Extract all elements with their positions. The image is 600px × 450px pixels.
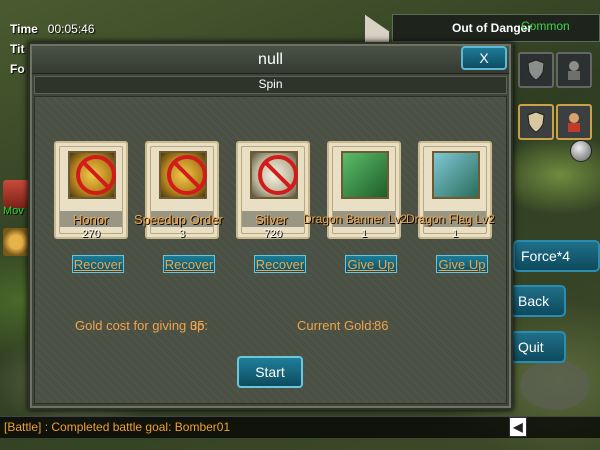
time-value: 00:05:46 xyxy=(47,22,95,36)
blocked-icon xyxy=(258,155,298,195)
honor-medal-icon xyxy=(68,151,116,199)
item-quantity: 270 xyxy=(81,228,101,240)
shield-slot-icon[interactable] xyxy=(518,52,554,88)
move-command-icon[interactable] xyxy=(3,180,29,208)
general-equip-icon[interactable] xyxy=(556,104,592,140)
give-up-button[interactable]: Give Up xyxy=(345,255,397,273)
general-portrait-icon[interactable] xyxy=(556,52,592,88)
start-button[interactable]: Start xyxy=(237,356,303,388)
quit-button[interactable]: Quit xyxy=(510,331,566,363)
item-name: Speedup Order xyxy=(134,212,223,227)
difficulty-badge: Common xyxy=(521,19,570,33)
orb-icon[interactable] xyxy=(570,140,592,162)
shield-equip-icon[interactable] xyxy=(518,104,554,140)
skip-to-end-icon[interactable]: ◀ xyxy=(509,417,527,437)
status-title: Out of Danger xyxy=(452,21,532,35)
item-quantity: 1 xyxy=(451,228,459,240)
item-quantity: 1 xyxy=(360,228,368,240)
current-gold-label: Current Gold: xyxy=(297,318,376,333)
gold-cost-label: Gold cost for giving up: xyxy=(75,318,208,333)
item-name: Honor xyxy=(73,212,109,227)
item-quantity: 3 xyxy=(178,228,186,240)
item-quantity: 720 xyxy=(263,228,283,240)
item-name: Silver xyxy=(255,212,288,227)
hud-row-title: Tit xyxy=(10,42,25,56)
hud-row-force: Fo xyxy=(10,62,25,76)
item-name: Dragon Banner Lv2 xyxy=(303,212,408,226)
time-label: Time xyxy=(10,22,38,36)
dragon-banner-icon xyxy=(341,151,389,199)
blocked-icon xyxy=(167,155,207,195)
blocked-icon xyxy=(76,155,116,195)
item-name: Dragon Flag Lv2 xyxy=(406,212,495,226)
give-up-button[interactable]: Give Up xyxy=(436,255,488,273)
dragon-flag-icon xyxy=(432,151,480,199)
silver-coin-icon xyxy=(250,151,298,199)
gold-cost-value: 35 xyxy=(190,318,205,333)
hud-time: Time 00:05:46 xyxy=(10,22,95,36)
recover-button[interactable]: Recover xyxy=(254,255,306,273)
map-rock xyxy=(520,360,590,410)
dialog-title: null xyxy=(258,51,283,68)
recover-button[interactable]: Recover xyxy=(72,255,124,273)
dialog-subtitle: Spin xyxy=(258,77,283,91)
current-gold-value: 86 xyxy=(374,318,389,333)
move-label: Mov xyxy=(3,205,24,217)
force-button[interactable]: Force*4 xyxy=(513,240,600,272)
settings-gear-icon[interactable] xyxy=(3,228,29,256)
speedup-order-icon xyxy=(159,151,207,199)
close-button[interactable]: X xyxy=(461,46,507,70)
battle-log-text: [Battle] : Completed battle goal: Bomber… xyxy=(4,420,231,434)
recover-button[interactable]: Recover xyxy=(163,255,215,273)
back-button[interactable]: Back xyxy=(510,285,566,317)
